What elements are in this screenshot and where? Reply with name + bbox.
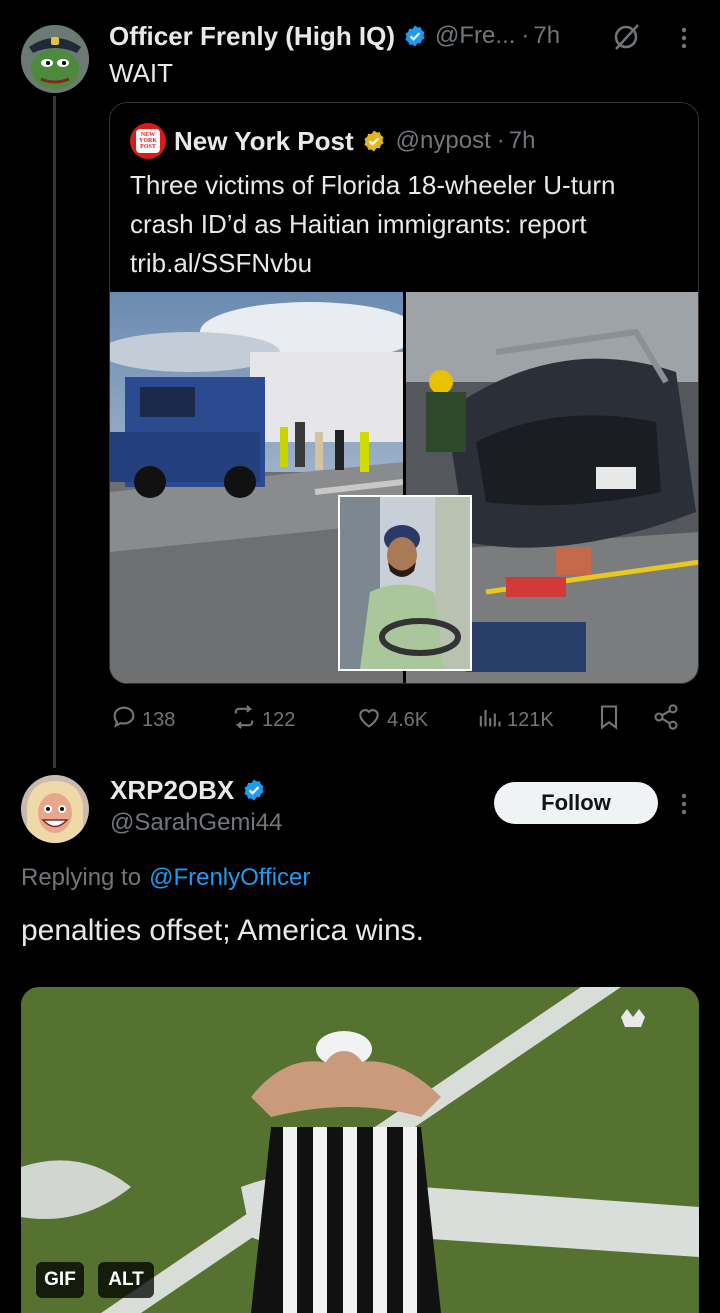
- grok-icon[interactable]: [612, 22, 642, 57]
- replying-prefix: Replying to: [21, 864, 142, 891]
- reply-author-name[interactable]: XRP2OBX: [110, 775, 234, 806]
- separator-dot: ·: [496, 127, 505, 154]
- reply-icon: [110, 703, 142, 737]
- repost-button[interactable]: 122: [230, 700, 295, 740]
- like-button[interactable]: 4.6K: [355, 700, 428, 740]
- replying-to-link[interactable]: @FrenlyOfficer: [149, 864, 310, 892]
- replying-to-line: Replying to @FrenlyOfficer: [21, 864, 310, 892]
- repost-icon: [230, 703, 262, 737]
- avatar[interactable]: [21, 25, 89, 93]
- nypost-logo-text: NEW YORK POST: [136, 129, 160, 153]
- like-count: 4.6K: [387, 708, 429, 731]
- reply-header: XRP2OBX: [110, 772, 266, 808]
- like-icon: [355, 703, 387, 737]
- driver-inset-photo[interactable]: [338, 495, 472, 671]
- nypost-logo: NEW YORK POST: [130, 123, 166, 159]
- quoted-handle[interactable]: @nypost: [396, 127, 491, 155]
- alt-badge[interactable]: ALT: [98, 1262, 154, 1298]
- verified-badge-icon: [403, 24, 427, 48]
- repost-count: 122: [262, 708, 296, 731]
- reply-count: 138: [142, 708, 176, 731]
- quoted-time: 7h: [508, 127, 536, 154]
- quoted-text: Three victims of Florida 18-wheeler U-tu…: [130, 170, 616, 278]
- gif-badge[interactable]: GIF: [36, 1262, 84, 1298]
- reply-text: penalties offset; America wins.: [21, 914, 424, 947]
- author-name[interactable]: Officer Frenly (High IQ): [109, 21, 395, 52]
- follow-button[interactable]: Follow: [494, 782, 658, 824]
- reply-button[interactable]: 138: [110, 700, 175, 740]
- avatar[interactable]: [21, 775, 89, 843]
- post-time[interactable]: 7h: [533, 22, 560, 50]
- quoted-post[interactable]: NEW YORK POST New York Post @nypost · 7h…: [109, 102, 699, 684]
- bookmark-icon: [595, 703, 627, 737]
- verified-badge-icon: [362, 129, 386, 153]
- share-icon: [652, 703, 684, 737]
- views-count: 121K: [507, 708, 554, 731]
- separator-dot: ·: [521, 22, 530, 49]
- quoted-author-name[interactable]: New York Post: [174, 126, 354, 157]
- views-icon: [475, 703, 507, 737]
- author-handle[interactable]: @Fre...: [435, 22, 515, 50]
- thread-connector-line: [53, 96, 56, 768]
- bookmark-button[interactable]: [595, 700, 627, 740]
- views-button[interactable]: 121K: [475, 700, 554, 740]
- more-icon[interactable]: [676, 790, 692, 823]
- post-header: Officer Frenly (High IQ) @Fre... · 7h: [109, 18, 560, 54]
- verified-badge-icon: [242, 778, 266, 802]
- post-text: WAIT: [109, 58, 174, 88]
- reply-handle[interactable]: @SarahGemi44: [110, 809, 282, 837]
- more-icon[interactable]: [676, 24, 692, 57]
- post-action-bar: 138 122 4.6K 121K: [110, 700, 700, 740]
- share-button[interactable]: [652, 700, 684, 740]
